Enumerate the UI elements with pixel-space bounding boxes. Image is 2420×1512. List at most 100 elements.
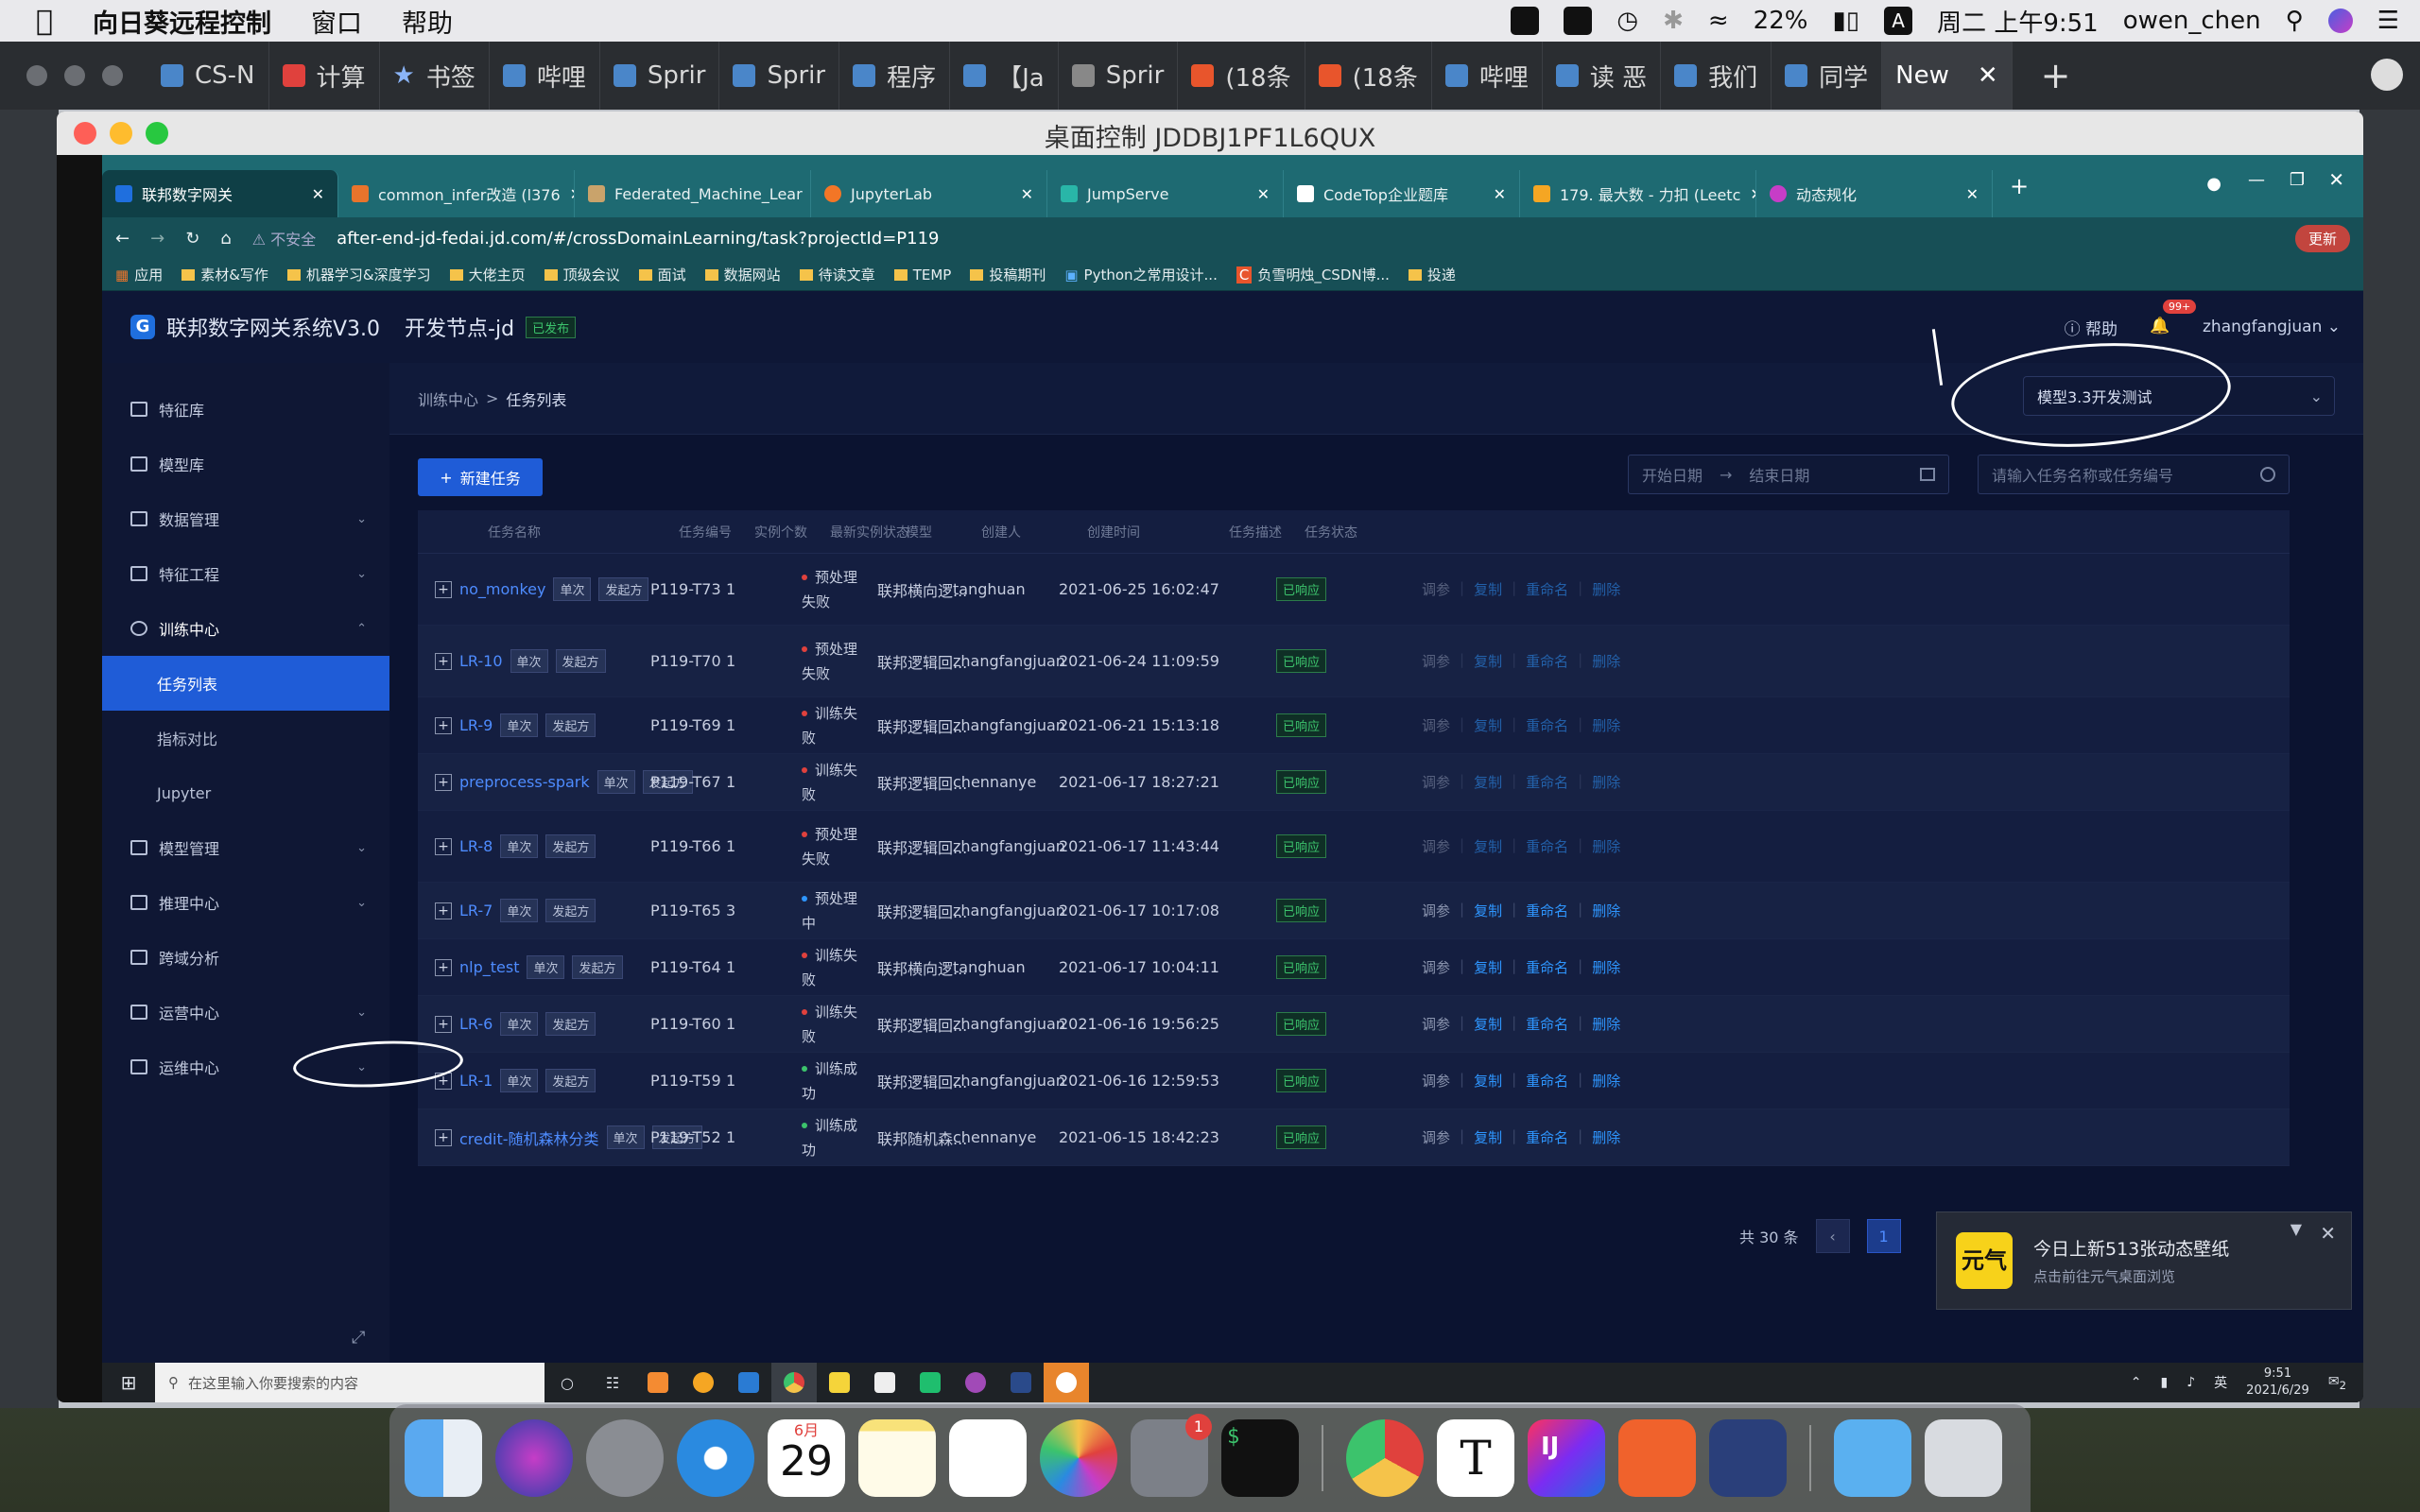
- outer-tab[interactable]: 计算: [269, 42, 380, 110]
- outer-tab-active[interactable]: New ✕: [1882, 42, 2013, 110]
- sidebar-item-model-mgmt[interactable]: 模型管理 ⌄: [102, 820, 389, 875]
- inner-tab[interactable]: JumpServe ✕: [1047, 170, 1284, 217]
- delete-link[interactable]: 删除: [1592, 579, 1620, 599]
- close-tab-icon[interactable]: ✕: [312, 185, 324, 203]
- table-row[interactable]: + preprocess-spark 单次 发起方 P119-T67 1 训练失败 联邦逻辑回…: [418, 754, 2290, 811]
- notification-close-icon[interactable]: ✕: [2320, 1222, 2336, 1245]
- chrome-taskbar-icon[interactable]: [771, 1363, 817, 1402]
- outer-tab[interactable]: (18条: [1178, 42, 1305, 110]
- terminal-icon[interactable]: $: [1221, 1419, 1299, 1497]
- task-name-link[interactable]: LR-1: [459, 1072, 493, 1090]
- ime-indicator[interactable]: 英: [2214, 1373, 2227, 1392]
- windows-start-icon[interactable]: ⊞: [102, 1371, 155, 1394]
- tray-battery-icon[interactable]: ▮: [2161, 1375, 2169, 1390]
- delete-link[interactable]: 删除: [1592, 651, 1620, 671]
- sunlogin-remote-icon[interactable]: [1618, 1419, 1696, 1497]
- sidebar-subitem-metric-compare[interactable]: 指标对比: [102, 711, 389, 765]
- window-restore-icon[interactable]: ❐: [2290, 170, 2305, 190]
- calendar-icon[interactable]: 6月 29: [768, 1419, 845, 1497]
- bookmark-item[interactable]: ▣ Python之常用设计...: [1064, 265, 1218, 284]
- wallpaper-notification[interactable]: 元气 今日上新513张动态壁纸 点击前往元气桌面浏览 ▼ ✕: [1936, 1211, 2352, 1310]
- siri-icon[interactable]: [2327, 9, 2353, 33]
- wifi-icon[interactable]: ≈: [1708, 7, 1729, 35]
- forward-arrow-icon[interactable]: →: [150, 229, 164, 249]
- tune-params-link[interactable]: 调参: [1422, 1014, 1450, 1034]
- finder-icon[interactable]: [405, 1419, 482, 1497]
- github-icon[interactable]: [953, 1363, 998, 1402]
- table-row[interactable]: + LR-8 单次 发起方 P119-T66 1 预处理失败 联邦逻辑回... zhangfan…: [418, 811, 2290, 883]
- copy-link[interactable]: 复制: [1474, 579, 1502, 599]
- trash-icon[interactable]: [1925, 1419, 2002, 1497]
- cortana-icon[interactable]: ○: [544, 1363, 590, 1402]
- downloads-folder-icon[interactable]: [1834, 1419, 1911, 1497]
- siri-icon[interactable]: [495, 1419, 573, 1497]
- table-row[interactable]: + nlp_test 单次 发起方 P119-T64 1 训练失败 联邦横向逻... tangh…: [418, 939, 2290, 996]
- menubar-username[interactable]: owen_chen: [2123, 7, 2261, 35]
- intellij-idea-icon[interactable]: IJ: [1528, 1419, 1605, 1497]
- tune-params-link[interactable]: 调参: [1422, 957, 1450, 977]
- delete-link[interactable]: 删除: [1592, 836, 1620, 856]
- system-preferences-icon[interactable]: 1: [1131, 1414, 1212, 1497]
- action-center-icon[interactable]: ✉2: [2328, 1374, 2346, 1392]
- prev-page-button[interactable]: ‹: [1815, 1219, 1850, 1253]
- expand-row-plus-icon[interactable]: +: [435, 580, 452, 598]
- notification-collapse-icon[interactable]: ▼: [2290, 1220, 2302, 1238]
- spotlight-search-icon[interactable]: ⚲: [2286, 7, 2304, 35]
- tune-params-link[interactable]: 调参: [1422, 836, 1450, 856]
- bookmark-item[interactable]: ▦ 应用: [115, 265, 163, 284]
- sidebar-item-cross-domain[interactable]: 跨域分析: [102, 930, 389, 985]
- reminders-icon[interactable]: [949, 1419, 1027, 1497]
- new-tab-plus-icon[interactable]: +: [2041, 55, 2071, 96]
- apple-menu-icon[interactable]: : [36, 5, 53, 38]
- help-link[interactable]: ⓘ 帮助: [2065, 316, 2118, 339]
- tune-params-link[interactable]: 调参: [1422, 579, 1450, 599]
- sidebar-item-data-mgmt[interactable]: 数据管理 ⌄: [102, 491, 389, 546]
- url-input[interactable]: after-end-jd-fedai.jd.com/#/crossDomainL…: [337, 229, 939, 249]
- safari-icon[interactable]: [677, 1419, 754, 1497]
- rename-link[interactable]: 重命名: [1526, 957, 1568, 977]
- bookmark-item[interactable]: 投递: [1408, 265, 1456, 284]
- expand-row-plus-icon[interactable]: +: [435, 1128, 452, 1146]
- bookmark-item[interactable]: 机器学习&深度学习: [286, 265, 431, 284]
- time-machine-icon[interactable]: ◷: [1616, 7, 1638, 35]
- copy-link[interactable]: 复制: [1474, 772, 1502, 792]
- breadcrumb-parent[interactable]: 训练中心: [418, 387, 478, 410]
- tray-volume-icon[interactable]: ♪: [2187, 1375, 2195, 1390]
- rename-link[interactable]: 重命名: [1526, 1071, 1568, 1091]
- close-tab-icon[interactable]: ✕: [1966, 185, 1979, 203]
- table-row[interactable]: + LR-6 单次 发起方 P119-T60 1 训练失败 联邦逻辑回... zhangfang…: [418, 996, 2290, 1053]
- insecure-warning[interactable]: ⚠ 不安全: [252, 227, 316, 249]
- bookmark-item[interactable]: 顶级会议: [544, 265, 620, 284]
- rename-link[interactable]: 重命名: [1526, 579, 1568, 599]
- taskbar-clock[interactable]: 9:51 2021/6/29: [2246, 1366, 2309, 1400]
- copy-link[interactable]: 复制: [1474, 1127, 1502, 1147]
- typora-icon[interactable]: [862, 1363, 908, 1402]
- minimize-button[interactable]: [110, 122, 132, 145]
- battery-percent[interactable]: 22%: [1754, 7, 1808, 35]
- sidebar-item-training-center[interactable]: 训练中心 ⌃: [102, 601, 389, 656]
- inner-tab[interactable]: common_infer改造 (l376✕: [338, 170, 575, 217]
- zoom-dot[interactable]: [102, 65, 123, 86]
- delete-link[interactable]: 删除: [1592, 957, 1620, 977]
- profile-dot-icon[interactable]: ●: [2206, 174, 2221, 194]
- new-task-button[interactable]: + 新建任务: [418, 458, 543, 496]
- expand-row-plus-icon[interactable]: +: [435, 837, 452, 855]
- launchpad-icon[interactable]: [586, 1419, 664, 1497]
- sidebar-subitem-task-list[interactable]: 任务列表: [102, 656, 389, 711]
- delete-link[interactable]: 删除: [1592, 772, 1620, 792]
- vscode-icon[interactable]: [726, 1363, 771, 1402]
- outer-tab[interactable]: Sprir: [719, 42, 840, 110]
- inner-tab[interactable]: CodeTop企业题库 ✕: [1284, 170, 1520, 217]
- control-center-icon[interactable]: ☰: [2377, 7, 2399, 35]
- delete-link[interactable]: 删除: [1592, 901, 1620, 920]
- collapse-sidebar-icon[interactable]: ⤢: [352, 1328, 365, 1348]
- inner-tab-active[interactable]: 联邦数字网关 ✕: [102, 170, 338, 217]
- pycharm-icon[interactable]: [908, 1363, 953, 1402]
- outer-tab[interactable]: Sprir: [1059, 42, 1179, 110]
- menubar-item-window[interactable]: 窗口: [311, 3, 362, 40]
- battery-icon[interactable]: ▮▯: [1832, 7, 1859, 35]
- sidebar-subitem-jupyter[interactable]: Jupyter: [102, 765, 389, 820]
- cat-app-dock-icon[interactable]: [1709, 1419, 1787, 1497]
- cat-app-icon[interactable]: [1511, 7, 1540, 35]
- expand-row-plus-icon[interactable]: +: [435, 652, 452, 670]
